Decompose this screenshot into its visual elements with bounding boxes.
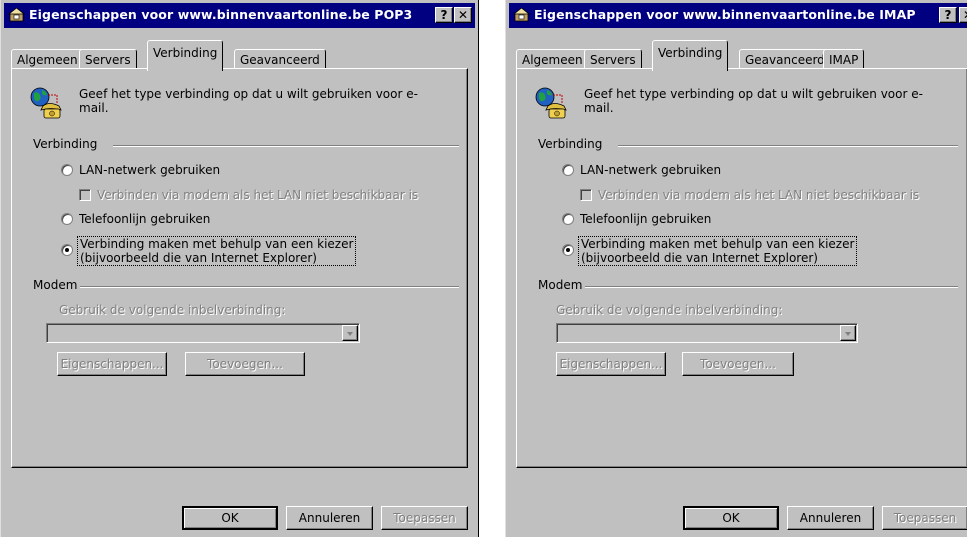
chevron-down-icon[interactable] — [342, 325, 358, 341]
checkbox-modem-fallback-label: Verbinden via modem als het LAN niet bes… — [97, 188, 419, 202]
tab-algemeen[interactable]: Algemeen — [11, 49, 84, 69]
help-button[interactable]: ? — [435, 7, 453, 23]
checkbox-modem-fallback-box[interactable] — [79, 189, 91, 201]
help-button[interactable]: ? — [939, 7, 957, 23]
mail-account-icon — [8, 7, 26, 22]
title-bar[interactable]: Eigenschappen voor www.binnenvaartonline… — [509, 3, 967, 28]
apply-button[interactable]: Toepassen — [882, 506, 967, 530]
group-divider — [80, 286, 459, 288]
tab-verbinding[interactable]: Verbinding — [147, 40, 224, 71]
apply-button[interactable]: Toepassen — [381, 506, 468, 530]
intro-text: Geef het type verbinding op dat u wilt g… — [79, 87, 418, 115]
ok-button[interactable]: OK — [683, 506, 779, 530]
tab-panel — [516, 68, 967, 468]
radio-dialer-label-line2: (bijvoorbeeld die van Internet Explorer) — [581, 251, 818, 265]
chevron-down-icon[interactable] — [840, 325, 856, 341]
tab-servers[interactable]: Servers — [584, 49, 642, 69]
radio-lan-indicator[interactable] — [61, 164, 73, 176]
tab-panel — [11, 68, 468, 468]
radio-phone-indicator[interactable] — [562, 213, 574, 225]
tab-geavanceerd[interactable]: Geavanceerd — [234, 49, 326, 69]
tab-imap[interactable]: IMAP — [823, 49, 865, 69]
group-label-modem: Modem — [33, 278, 78, 292]
close-button[interactable]: ✕ — [454, 7, 472, 23]
ok-button[interactable]: OK — [182, 506, 278, 530]
tab-algemeen[interactable]: Algemeen — [516, 49, 589, 69]
radio-dialer-indicator[interactable] — [61, 244, 73, 256]
globe-phone-icon — [535, 87, 567, 119]
radio-dialer-label-line1: Verbinding maken met behulp van een kiez… — [80, 237, 354, 251]
cancel-button[interactable]: Annuleren — [787, 506, 874, 530]
properties-button[interactable]: Eigenschappen... — [556, 352, 666, 376]
tab-strip: Algemeen Servers Verbinding Geavanceerd … — [516, 40, 967, 71]
radio-dialer-label-line1: Verbinding maken met behulp van een kiez… — [581, 237, 855, 251]
radio-phone-label: Telefoonlijn gebruiken — [580, 212, 712, 226]
group-label-modem: Modem — [538, 278, 583, 292]
group-divider — [585, 286, 958, 288]
radio-phone-indicator[interactable] — [61, 213, 73, 225]
add-button[interactable]: Toevoegen... — [185, 352, 305, 376]
title-bar[interactable]: Eigenschappen voor www.binnenvaartonline… — [4, 3, 475, 28]
radio-phone-label: Telefoonlijn gebruiken — [79, 212, 211, 226]
checkbox-modem-fallback-box[interactable] — [580, 189, 592, 201]
group-divider — [618, 145, 958, 147]
close-button[interactable]: ✕ — [959, 7, 967, 23]
tab-servers[interactable]: Servers — [79, 49, 137, 69]
properties-button[interactable]: Eigenschappen... — [57, 352, 167, 376]
dial-connection-select[interactable] — [556, 323, 858, 343]
radio-lan-label: LAN-netwerk gebruiken — [79, 163, 221, 177]
radio-dialer-label: Verbinding maken met behulp van een kiez… — [77, 236, 357, 266]
globe-phone-icon — [30, 87, 62, 119]
dial-connection-select[interactable] — [46, 323, 360, 343]
dial-connection-label: Gebruik de volgende inbelverbinding: — [59, 303, 286, 317]
properties-window-imap: Eigenschappen voor www.binnenvaartonline… — [505, 0, 967, 537]
tab-strip: Algemeen Servers Verbinding Geavanceerd — [11, 40, 478, 71]
window-title: Eigenschappen voor www.binnenvaartonline… — [534, 7, 916, 22]
dial-connection-label: Gebruik de volgende inbelverbinding: — [556, 303, 783, 317]
cancel-button[interactable]: Annuleren — [286, 506, 373, 530]
mail-account-icon — [513, 7, 531, 22]
add-button[interactable]: Toevoegen... — [682, 352, 794, 376]
tab-geavanceerd[interactable]: Geavanceerd — [739, 49, 831, 69]
intro-text: Geef het type verbinding op dat u wilt g… — [584, 87, 923, 115]
group-divider — [113, 145, 459, 147]
radio-lan-label: LAN-netwerk gebruiken — [580, 163, 722, 177]
group-label-verbinding: Verbinding — [538, 137, 603, 151]
checkbox-modem-fallback-label: Verbinden via modem als het LAN niet bes… — [598, 188, 920, 202]
radio-lan-indicator[interactable] — [562, 164, 574, 176]
radio-dialer-label: Verbinding maken met behulp van een kiez… — [578, 236, 858, 266]
window-title: Eigenschappen voor www.binnenvaartonline… — [29, 7, 413, 22]
group-label-verbinding: Verbinding — [33, 137, 98, 151]
radio-dialer-label-line2: (bijvoorbeeld die van Internet Explorer) — [80, 251, 317, 265]
properties-window-pop3: Eigenschappen voor www.binnenvaartonline… — [0, 0, 479, 537]
radio-dialer-indicator[interactable] — [562, 244, 574, 256]
tab-verbinding[interactable]: Verbinding — [652, 40, 729, 71]
